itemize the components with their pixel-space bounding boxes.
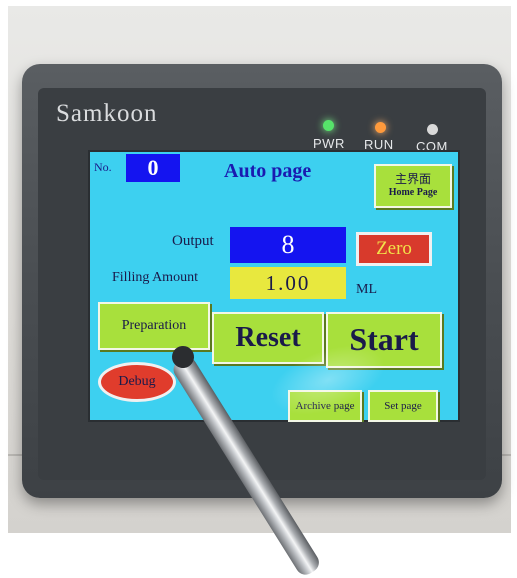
page-title: Auto page <box>224 160 312 182</box>
brand-text: Samkoon <box>56 100 158 127</box>
output-label: Output <box>172 233 214 249</box>
preparation-button[interactable]: Preparation <box>98 302 210 350</box>
com-led-icon <box>427 124 438 135</box>
touch-screen: No. 0 Auto page 主界面 Home Page Output 8 Z… <box>88 150 460 422</box>
brand-logo: Samkoon <box>56 100 157 128</box>
number-label: No. <box>94 160 112 174</box>
run-led-icon <box>375 122 386 133</box>
filling-amount-input[interactable]: 1.00 <box>230 267 346 299</box>
filling-unit-label: ML <box>356 282 377 297</box>
pwr-label: PWR <box>313 136 345 151</box>
set-page-button[interactable]: Set page <box>368 390 438 422</box>
home-page-label-en: Home Page <box>388 187 438 198</box>
filling-amount-label: Filling Amount <box>112 270 198 285</box>
home-page-button[interactable]: 主界面 Home Page <box>374 164 452 208</box>
home-page-label-cn: 主界面 <box>394 172 431 186</box>
debug-button[interactable]: Debug <box>98 362 176 402</box>
pwr-led-icon <box>323 120 334 131</box>
number-display: 0 <box>126 154 180 182</box>
output-display: 8 <box>230 227 346 263</box>
zero-button[interactable]: Zero <box>356 232 432 266</box>
